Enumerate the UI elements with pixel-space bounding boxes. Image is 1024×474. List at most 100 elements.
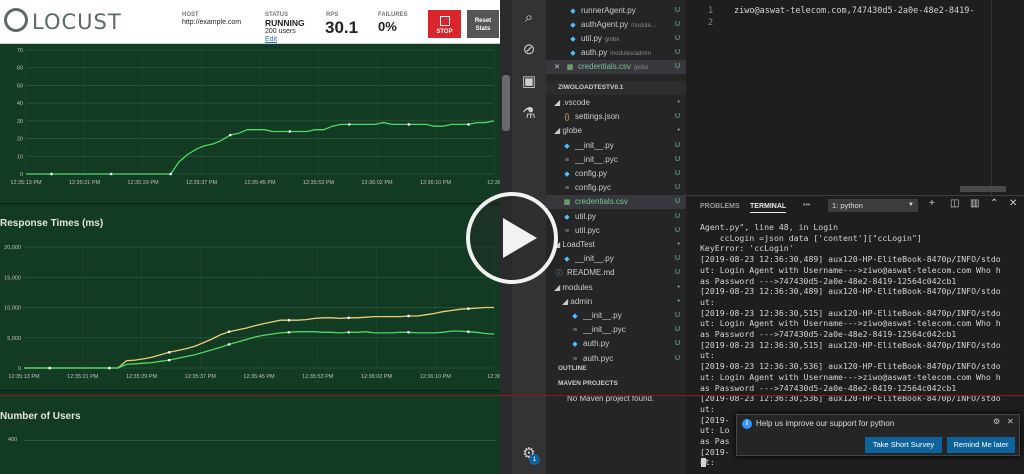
reset-label-line1: Reset [474, 18, 492, 24]
video-play-button[interactable] [466, 192, 558, 284]
extensions-icon[interactable]: ▣ [519, 72, 539, 92]
tree-item[interactable]: ≡ config.pyc U [546, 181, 686, 195]
git-status: • [677, 241, 680, 248]
tab-terminal[interactable]: TERMINAL [750, 203, 787, 213]
x-tick-label: 12:36 [487, 374, 500, 380]
git-status: U [674, 155, 680, 163]
take-survey-button[interactable]: Take Short Survey [865, 437, 942, 453]
terminal-line: as Password --->747430d5-2a0e-48e2-8419-… [700, 329, 957, 340]
add-terminal-icon[interactable]: + [929, 198, 935, 209]
open-editor-item[interactable]: ◆ util.py globe U [546, 32, 686, 46]
trash-icon[interactable]: ▥ [970, 198, 979, 209]
open-editor-item[interactable]: ◆ authAgent.py module... U [546, 18, 686, 32]
terminal-line: ccLogin =json data ['content']["ccLogin"… [700, 232, 922, 243]
tree-item[interactable]: ⓘ README.md U [546, 266, 686, 280]
tree-item[interactable]: ◢ modules • [546, 281, 686, 295]
data-point [348, 123, 351, 126]
tree-item[interactable]: ▦ credentials.csv U [546, 195, 686, 210]
open-editor-label: util.py [581, 34, 602, 43]
tree-item[interactable]: ◆ config.py U [546, 167, 686, 181]
test-flask-icon[interactable]: ⚗ [519, 104, 539, 124]
file-icon: ◆ [564, 213, 570, 221]
y-tick-label: 0 [18, 366, 21, 372]
stop-button[interactable]: STOP [428, 10, 461, 38]
data-point [48, 366, 51, 370]
search-icon[interactable]: ⌕ [519, 8, 539, 28]
data-point [467, 123, 470, 126]
outline-section-header[interactable]: OUTLINE [546, 362, 686, 376]
tree-item-label: auth.py [583, 339, 610, 349]
response-times-title: Response Times (ms) [0, 218, 104, 229]
tree-item[interactable]: ◆ auth.py U [546, 337, 686, 351]
more-actions[interactable]: ••• [803, 202, 810, 209]
close-icon[interactable]: ✕ [1007, 417, 1014, 426]
file-icon: ▦ [563, 199, 571, 207]
file-icon: ≡ [564, 185, 570, 193]
y-tick-label: 40 [17, 101, 23, 107]
data-point [407, 123, 411, 126]
open-editor-path: module... [631, 23, 656, 29]
git-status: U [674, 170, 680, 177]
file-icon: ◆ [564, 256, 570, 264]
terminal-line: as Password --->747430d5-2a0e-48e2-8419-… [700, 275, 957, 286]
locust-logo-icon [4, 8, 28, 32]
failures-value: 0% [378, 19, 397, 34]
file-icon: ◆ [572, 313, 578, 320]
terminal-line: [2019-08-23 12:36:30,515] aux120-HP-Elit… [700, 339, 1001, 350]
locust-scroll-thumb[interactable] [502, 75, 510, 131]
editor-line-1[interactable]: ziwo@aswat-telecom.com,747430d5-2a0e-48e… [734, 6, 975, 16]
x-tick-label: 12:35:21 PM [69, 180, 101, 186]
tree-item[interactable]: ◢ admin • [546, 295, 686, 309]
git-status: U [674, 113, 680, 121]
debug-icon[interactable]: ⊘ [519, 40, 539, 60]
tree-item[interactable]: {} settings.json U [546, 110, 686, 124]
tree-item-label: ◢ modules [554, 282, 593, 292]
tree-item-label: settings.json [575, 112, 620, 122]
tree-item[interactable]: ◢ LoadTest • [546, 238, 686, 252]
open-editor-item[interactable]: ◆ auth.py modules/admin U [546, 46, 686, 60]
maven-section-header[interactable]: MAVEN PROJECTS [546, 377, 686, 391]
tree-item[interactable]: ≡ util.pyc U [546, 224, 686, 238]
gear-icon[interactable]: ⚙ [993, 417, 1000, 426]
terminal-line: Agent.py", line 48, in Login [700, 222, 839, 232]
terminal-line: [2019-08-23 12:36:30,489] aux120-HP-Elit… [700, 286, 1001, 297]
terminal-line: [2019-08-23 12:36:30,489] aux120-HP-Elit… [700, 254, 1001, 265]
x-tick-label: 12:35:37 PM [186, 180, 218, 186]
response-times-chart: 0 5,000 10,000 15,000 20,000 12:35:13 PM 12:35… [4, 245, 500, 380]
workspace-header[interactable]: ZIWOLOADTESTV0.1 [546, 81, 686, 95]
terminal-select[interactable]: 1: python ▼ [828, 199, 918, 212]
split-terminal-icon[interactable]: ◫ [950, 198, 959, 209]
tree-item-label: config.pyc [575, 183, 612, 193]
data-point [467, 330, 470, 333]
x-tick-label: 12:35:29 PM [127, 180, 159, 186]
play-icon [503, 218, 537, 258]
editor-ruler [991, 0, 992, 195]
tree-item-label: __init__.pyc [575, 154, 618, 164]
editor-hscroll-thumb[interactable] [960, 186, 1006, 192]
remind-later-button[interactable]: Remind Me later [947, 437, 1015, 453]
chevron-up-icon[interactable]: ⌃ [990, 198, 998, 209]
tree-item[interactable]: ◢ .vscode • [546, 96, 686, 110]
file-icon: {} [564, 114, 570, 122]
reset-stats-button[interactable]: Reset Stats [467, 10, 499, 38]
locust-header: LOCUST HOST http://example.com STATUS RU… [0, 0, 500, 44]
close-icon[interactable]: ✕ [552, 61, 562, 75]
data-point [288, 130, 292, 133]
tab-problems[interactable]: PROBLEMS [700, 203, 740, 210]
tree-item[interactable]: ◆ util.py U [546, 210, 686, 224]
open-editor-item[interactable]: ✕ ▦ credentials.csv globe U [546, 60, 686, 74]
y-tick-label: 30 [17, 119, 23, 125]
x-tick-label: 12:35:53 PM [302, 374, 334, 380]
tree-item[interactable]: ◆ __init__.py U [546, 252, 686, 266]
tree-item[interactable]: ◆ __init__.py U [546, 309, 686, 323]
data-point [287, 331, 291, 334]
tree-item[interactable]: ◢ globe • [546, 124, 686, 138]
git-status: • [677, 127, 680, 135]
tree-item[interactable]: ≡ __init__.pyc U [546, 153, 686, 167]
tree-item[interactable]: ≡ __init__.pyc U [546, 323, 686, 337]
open-editor-item[interactable]: ◆ runnerAgent.py U [546, 4, 686, 18]
tree-item[interactable]: ◆ __init__.py U [546, 139, 686, 153]
close-panel-icon[interactable]: ✕ [1009, 198, 1017, 209]
editor-area[interactable]: 1 2 ziwo@aswat-telecom.com,747430d5-2a0e… [686, 0, 1024, 195]
edit-link[interactable]: Edit [265, 36, 277, 43]
